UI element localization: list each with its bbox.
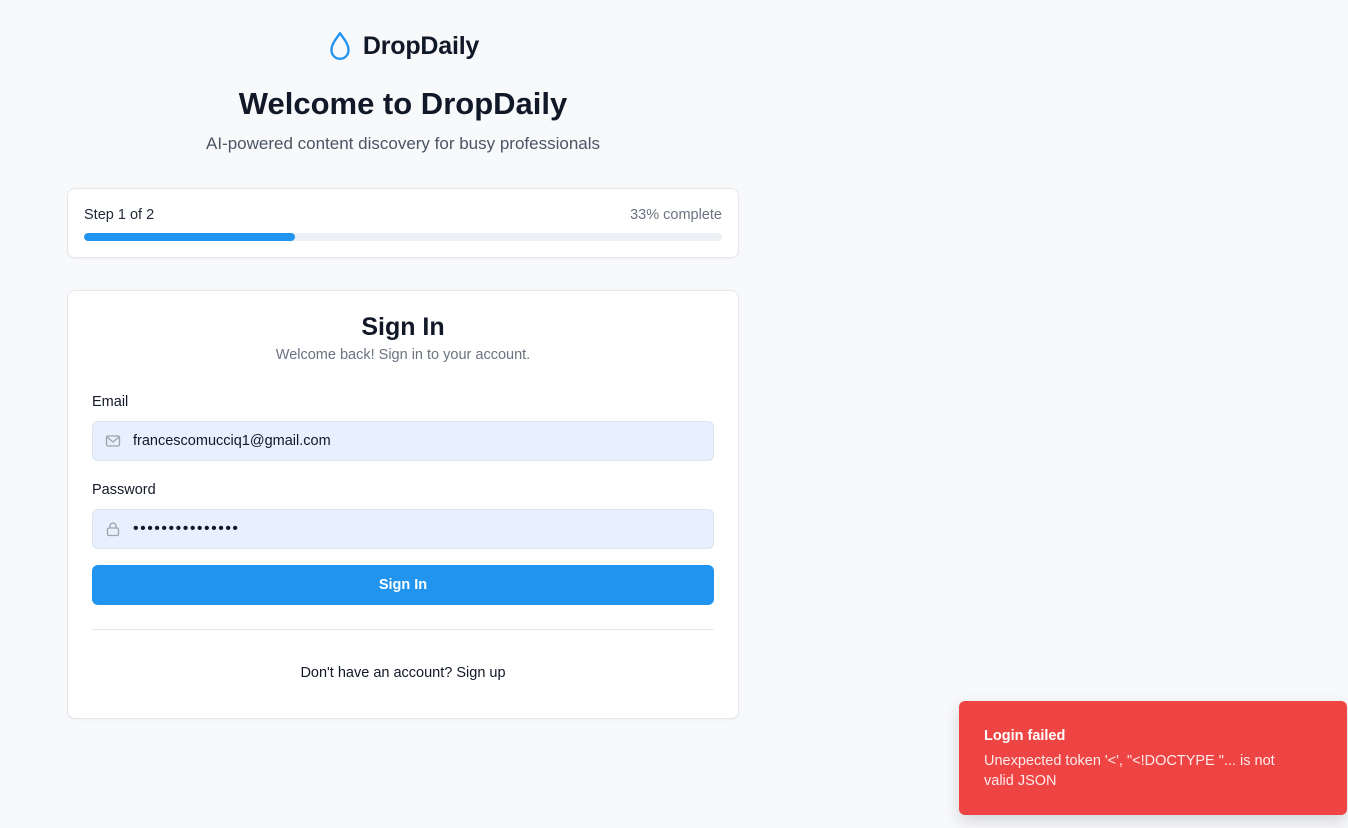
signin-subtitle: Welcome back! Sign in to your account. <box>275 347 531 363</box>
email-input[interactable] <box>133 422 703 460</box>
password-label: Password <box>92 482 156 498</box>
progress-card: Step 1 of 2 33% complete <box>67 188 739 258</box>
password-input[interactable] <box>133 510 703 548</box>
progress-bar <box>84 233 722 241</box>
progress-percent-label: 33% complete <box>630 207 722 223</box>
email-field[interactable] <box>92 421 714 461</box>
lock-icon <box>106 522 120 537</box>
signup-prompt-text: Don't have an account? <box>300 665 457 681</box>
email-label: Email <box>92 394 129 410</box>
toast-title: Login failed <box>984 728 1066 744</box>
signup-prompt: Don't have an account? Sign up <box>68 665 738 681</box>
progress-step-label: Step 1 of 2 <box>84 207 155 223</box>
page-subtitle: AI-powered content discovery for busy pr… <box>205 134 601 153</box>
brand-name: DropDaily <box>362 31 480 60</box>
page-title: Welcome to DropDaily <box>238 86 568 121</box>
toast-message: Unexpected token '<', "<!DOCTYPE "... is… <box>984 753 1275 789</box>
password-field[interactable] <box>92 509 714 549</box>
brand: DropDaily <box>67 30 739 62</box>
signin-card: Sign In Welcome back! Sign in to your ac… <box>67 290 739 719</box>
signin-button[interactable]: Sign In <box>92 565 714 605</box>
error-toast[interactable]: Login failed Unexpected token '<', "<!DO… <box>959 701 1347 815</box>
login-page: DropDaily Welcome to DropDaily AI-powere… <box>0 0 1348 828</box>
droplet-icon <box>330 32 350 60</box>
progress-fill <box>84 233 295 241</box>
mail-icon <box>105 435 121 447</box>
signin-title: Sign In <box>361 313 445 341</box>
divider <box>92 629 714 630</box>
signup-link[interactable]: Sign up <box>456 665 505 681</box>
